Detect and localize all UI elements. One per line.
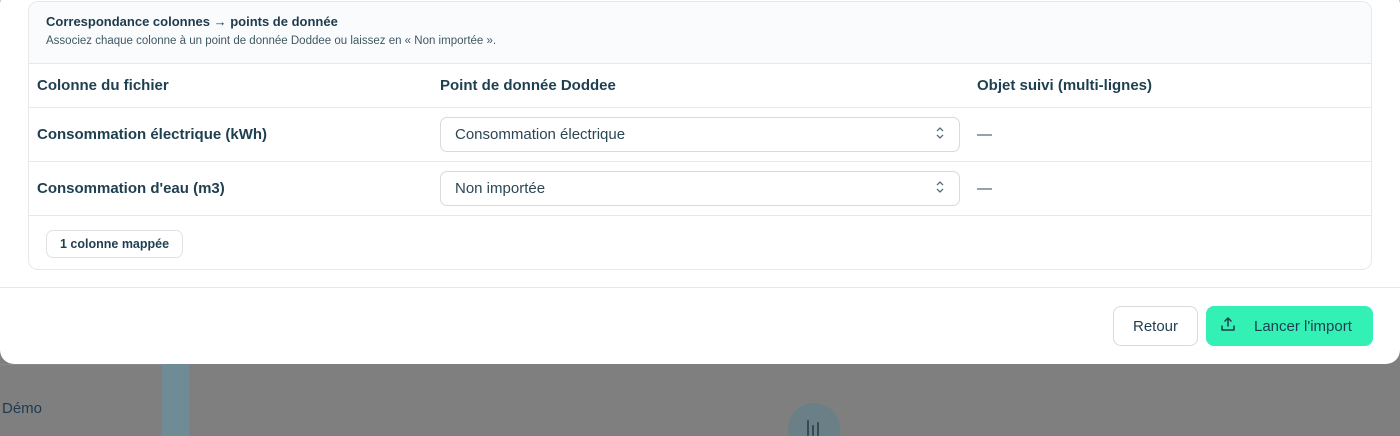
background-sidebar-strip [162, 364, 189, 436]
back-button[interactable]: Retour [1113, 306, 1198, 346]
column-header-data-point: Point de donnée Doddee [440, 77, 616, 94]
column-header-tracked-object: Objet suivi (multi-lignes) [977, 77, 1153, 94]
tracked-object-value: — [977, 126, 992, 143]
data-point-cell: Non importée [440, 162, 960, 215]
file-column-name: Consommation électrique (kWh) [37, 126, 268, 143]
table-row: Consommation d'eau (m3) Non importée — [29, 162, 1371, 216]
file-column-name: Consommation d'eau (m3) [37, 180, 225, 197]
mapping-card-footer: 1 colonne mappée [29, 216, 1371, 269]
tracked-object-value: — [977, 180, 992, 197]
mapped-count-badge: 1 colonne mappée [46, 230, 184, 258]
import-modal: Correspondance colonnes → points de donn… [0, 0, 1400, 364]
data-point-select-value: Consommation électrique [455, 126, 626, 143]
start-import-label: Lancer l'import [1254, 317, 1352, 335]
background-sidebar-item-demo: Démo [2, 400, 43, 417]
mapping-subtitle: Associez chaque colonne à un point de do… [46, 35, 497, 47]
mapping-card-header: Correspondance colonnes → points de donn… [29, 2, 1371, 64]
data-point-select[interactable]: Non importée [440, 171, 960, 206]
chevron-up-down-icon [935, 179, 945, 199]
chevron-up-down-icon [935, 125, 945, 145]
data-point-cell: Consommation électrique [440, 108, 960, 161]
bar-chart-icon [788, 403, 840, 436]
mapping-table-header: Colonne du fichier Point de donnée Dodde… [29, 64, 1371, 108]
upload-icon [1220, 316, 1236, 336]
mapping-title: Correspondance colonnes → points de donn… [46, 14, 338, 29]
start-import-button[interactable]: Lancer l'import [1206, 306, 1373, 346]
column-header-file-column: Colonne du fichier [37, 77, 169, 94]
data-point-select[interactable]: Consommation électrique [440, 117, 960, 152]
table-row: Consommation électrique (kWh) Consommati… [29, 108, 1371, 162]
data-point-select-value: Non importée [455, 180, 546, 197]
column-mapping-card: Correspondance colonnes → points de donn… [28, 1, 1372, 270]
modal-footer-divider [0, 287, 1400, 288]
